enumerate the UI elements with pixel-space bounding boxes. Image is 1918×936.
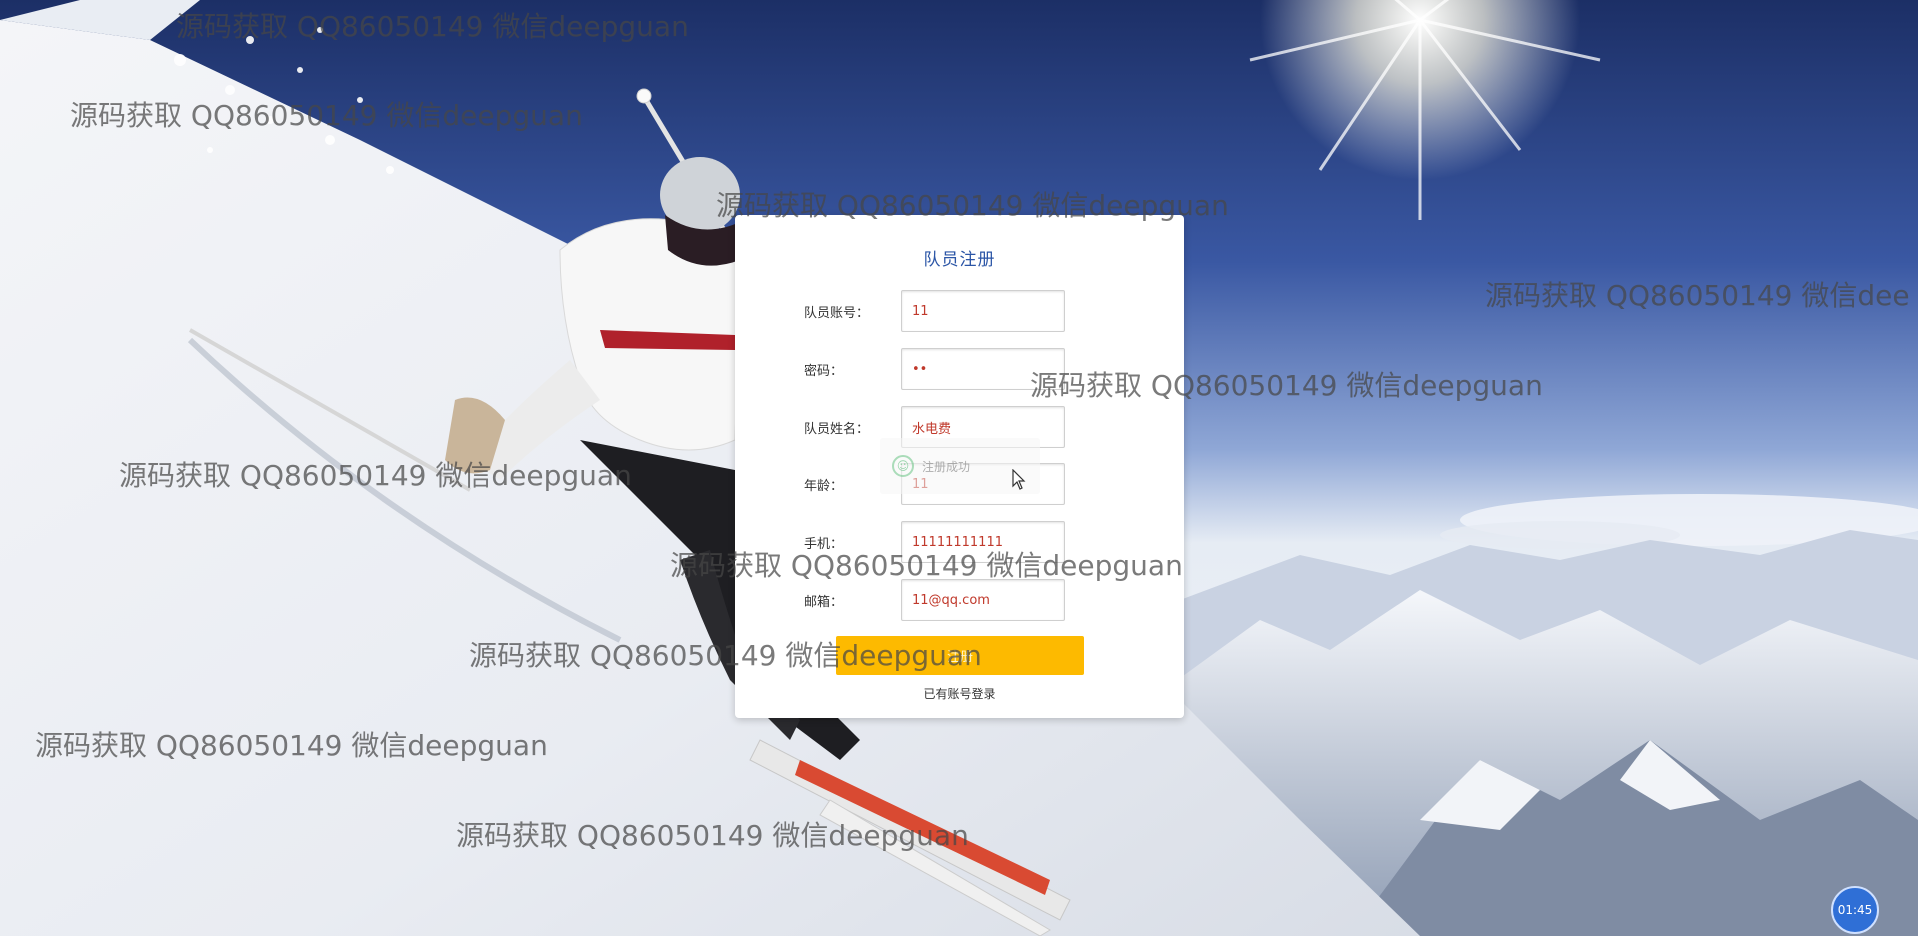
phone-label: 手机： <box>804 537 844 552</box>
register-page: 源码获取 QQ86050149 微信deepguan 源码获取 QQ860501… <box>0 0 1918 936</box>
phone-input[interactable] <box>901 521 1065 563</box>
email-label: 邮箱： <box>804 595 844 610</box>
form-row-email: 邮箱： <box>735 579 1184 621</box>
form-row-phone: 手机： <box>735 521 1184 563</box>
form-row-password: 密码： <box>735 348 1184 390</box>
form-title: 队员注册 <box>923 250 996 270</box>
name-label: 队员姓名： <box>804 422 870 437</box>
toast-message: 注册成功 <box>922 459 971 474</box>
mouse-cursor-icon <box>1012 469 1026 490</box>
form-row-account: 队员账号： <box>735 290 1184 332</box>
login-link[interactable]: 已有账号登录 <box>735 685 1184 702</box>
account-input[interactable] <box>901 290 1065 332</box>
timer-badge[interactable]: 01:45 <box>1831 886 1879 934</box>
email-input[interactable] <box>901 579 1065 621</box>
password-input[interactable] <box>901 348 1065 390</box>
register-submit-button[interactable]: 注册 <box>836 636 1084 675</box>
age-label: 年龄： <box>804 479 844 494</box>
smile-icon: ☺ <box>892 455 914 477</box>
password-label: 密码： <box>804 364 844 379</box>
account-label: 队员账号： <box>804 306 870 321</box>
